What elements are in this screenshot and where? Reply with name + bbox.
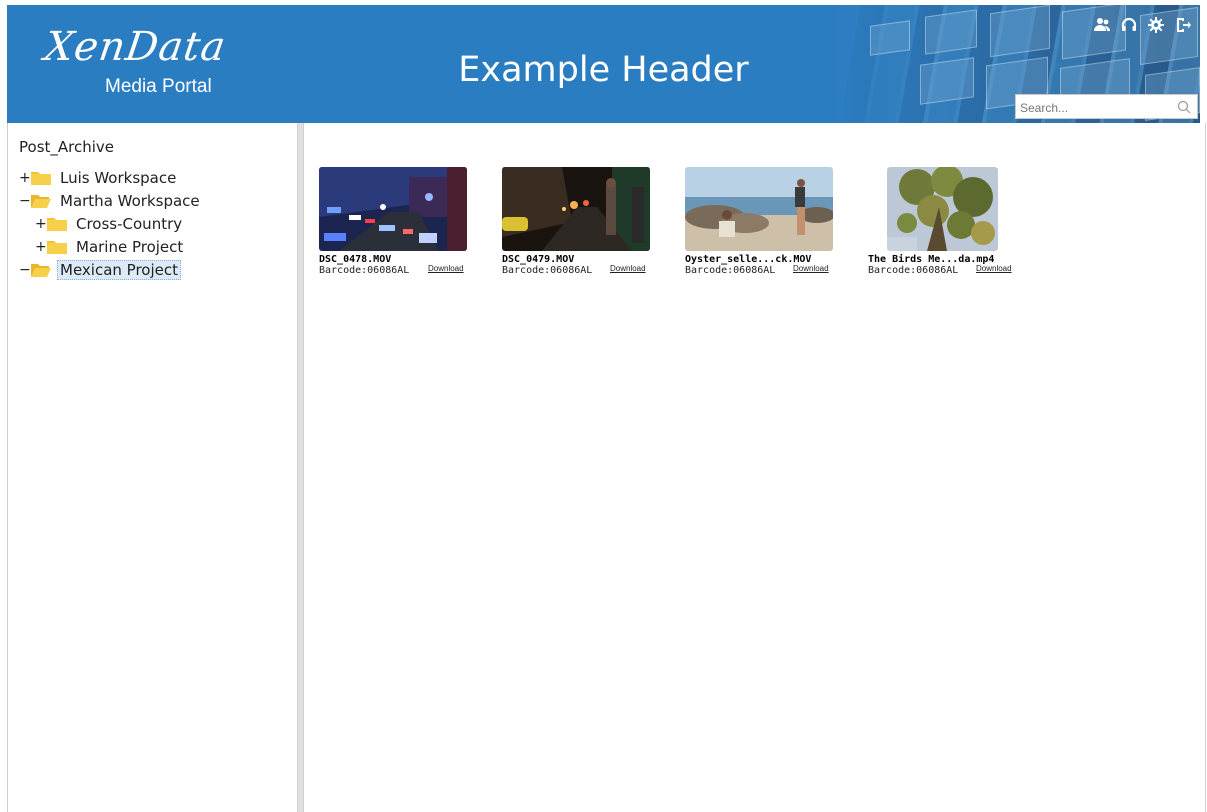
search-box: [1015, 94, 1198, 119]
support-headset-icon[interactable]: [1120, 16, 1138, 34]
open-folder-icon: [31, 193, 51, 208]
video-thumbnail[interactable]: [319, 167, 467, 251]
expand-toggle[interactable]: +: [35, 240, 47, 254]
file-card[interactable]: DSC_0478.MOV Barcode:06086AL Download: [319, 167, 479, 287]
video-thumbnail[interactable]: [685, 167, 833, 251]
tree-item-martha-workspace[interactable]: − Martha Workspace: [19, 189, 289, 212]
video-thumbnail[interactable]: [887, 167, 998, 251]
collapse-toggle[interactable]: −: [19, 263, 31, 277]
file-card[interactable]: DSC_0479.MOV Barcode:06086AL Download: [502, 167, 662, 287]
tree-item-cross-country[interactable]: + Cross-Country: [19, 212, 289, 235]
folder-icon: [31, 170, 51, 185]
file-barcode: Barcode:06086AL: [319, 265, 410, 276]
file-name: DSC_0479.MOV: [502, 254, 575, 265]
folder-icon: [47, 216, 67, 231]
expand-toggle[interactable]: +: [19, 171, 31, 185]
file-name: DSC_0478.MOV: [319, 254, 392, 265]
tree-item-marine-project[interactable]: + Marine Project: [19, 235, 289, 258]
file-barcode: Barcode:06086AL: [502, 265, 593, 276]
tree-item-label: Martha Workspace: [60, 191, 200, 210]
tree-item-label: Mexican Project: [57, 259, 181, 280]
search-input[interactable]: [1020, 97, 1170, 118]
collapse-toggle[interactable]: −: [19, 194, 31, 208]
tree-item-label: Luis Workspace: [60, 168, 177, 187]
tree-item-label: Marine Project: [76, 237, 184, 256]
download-link[interactable]: Download: [793, 264, 829, 274]
app-header: XenData Media Portal Example Header: [7, 5, 1200, 123]
file-barcode: Barcode:06086AL: [868, 265, 959, 276]
video-thumbnail[interactable]: [502, 167, 650, 251]
download-link[interactable]: Download: [976, 264, 1012, 274]
file-barcode: Barcode:06086AL: [685, 265, 776, 276]
tree-item-label: Cross-Country: [76, 214, 183, 233]
page-title: Example Header: [458, 50, 749, 90]
download-link[interactable]: Download: [428, 264, 464, 274]
logout-icon[interactable]: [1174, 16, 1192, 34]
gear-icon[interactable]: [1147, 16, 1165, 34]
folder-icon: [47, 239, 67, 254]
expand-toggle[interactable]: +: [35, 217, 47, 231]
tree-root-label[interactable]: Post_Archive: [19, 137, 289, 157]
tree-item-luis-workspace[interactable]: + Luis Workspace: [19, 166, 289, 189]
search-icon[interactable]: [1177, 99, 1191, 114]
users-icon[interactable]: [1093, 16, 1111, 34]
tree-item-mexican-project[interactable]: − Mexican Project: [19, 258, 289, 281]
pane-splitter[interactable]: [297, 123, 304, 812]
folder-tree: Post_Archive + Luis Workspace − Martha W…: [19, 137, 289, 281]
download-link[interactable]: Download: [610, 264, 646, 274]
right-frame-border: [1205, 123, 1206, 812]
file-card[interactable]: Oyster_selle...ck.MOV Barcode:06086AL Do…: [685, 167, 845, 287]
left-frame-border: [7, 123, 8, 812]
open-folder-icon: [31, 262, 51, 277]
file-card[interactable]: The Birds Me...da.mp4 Barcode:06086AL Do…: [868, 167, 1028, 287]
header-toolbar: [1093, 14, 1192, 36]
